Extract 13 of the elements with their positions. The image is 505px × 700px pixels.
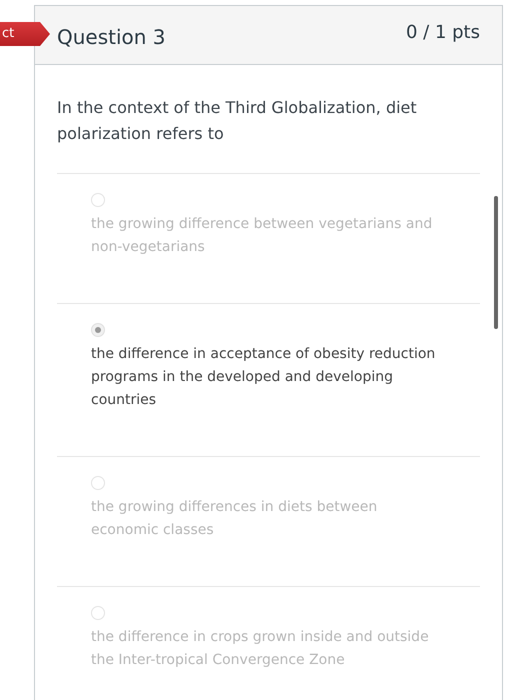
radio-button[interactable] bbox=[91, 476, 105, 490]
status-tag: ct bbox=[0, 22, 50, 46]
answer-text: the growing differences in diets between economic classes bbox=[91, 498, 378, 540]
scrollbar-thumb[interactable] bbox=[494, 196, 498, 329]
answer-text: the growing difference between vegetarians and non-vegetarians bbox=[91, 215, 434, 257]
radio-button[interactable] bbox=[91, 193, 105, 207]
question-text: In the context of the Third Globalization, diet polarization refers to bbox=[57, 97, 418, 145]
radio-button[interactable] bbox=[91, 606, 105, 620]
points-label: 0 / 1 pts bbox=[406, 22, 480, 42]
answer-text: the difference in crops grown inside and outside the Inter-tropical Convergence Zone bbox=[91, 628, 430, 670]
answer-text: the difference in acceptance of obesity reduction programs in the developed and developing countries bbox=[91, 345, 436, 410]
radio-button[interactable] bbox=[91, 323, 105, 337]
question-title: Question 3 bbox=[57, 25, 166, 49]
